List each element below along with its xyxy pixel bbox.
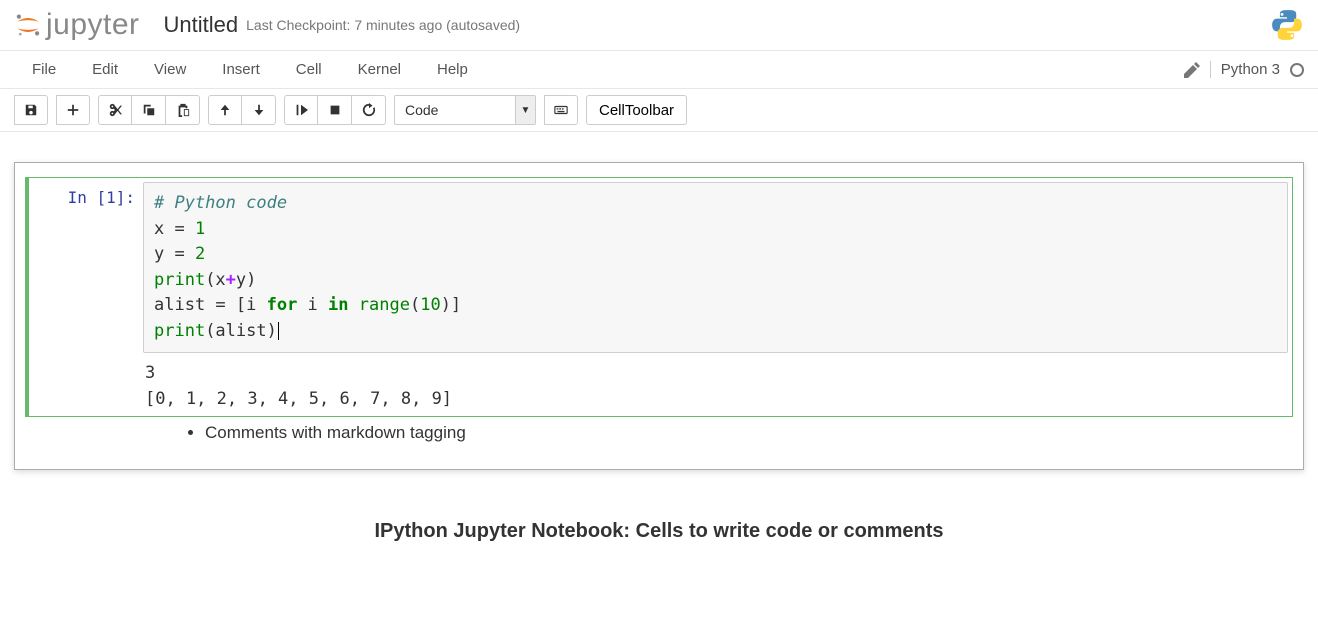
jupyter-logo-icon xyxy=(14,11,42,39)
menu-kernel[interactable]: Kernel xyxy=(340,53,419,86)
celltoolbar-button[interactable]: CellToolbar xyxy=(586,95,687,125)
kernel-name[interactable]: Python 3 xyxy=(1210,61,1280,78)
checkpoint-status: Last Checkpoint: 7 minutes ago (autosave… xyxy=(246,17,520,33)
notebook-title[interactable]: Untitled xyxy=(164,12,239,38)
jupyter-logo-text: jupyter xyxy=(46,8,140,42)
edit-notebook-name-icon[interactable] xyxy=(1184,62,1200,78)
menu-help[interactable]: Help xyxy=(419,53,486,86)
save-button[interactable] xyxy=(14,95,48,125)
menu-view[interactable]: View xyxy=(136,53,204,86)
menubar: File Edit View Insert Cell Kernel Help P… xyxy=(0,51,1318,89)
move-cell-up-button[interactable] xyxy=(208,95,242,125)
command-palette-button[interactable] xyxy=(544,95,578,125)
cell-type-select[interactable]: Code ▼ xyxy=(394,95,536,125)
figure-caption: IPython Jupyter Notebook: Cells to write… xyxy=(0,490,1318,553)
header: jupyter Untitled Last Checkpoint: 7 minu… xyxy=(0,0,1318,51)
restart-kernel-button[interactable] xyxy=(352,95,386,125)
code-input-area[interactable]: # Python code x = 1 y = 2 print(x+y) ali… xyxy=(143,182,1288,353)
insert-cell-below-button[interactable] xyxy=(56,95,90,125)
input-prompt: In [1]: xyxy=(33,182,143,412)
cell-type-selected: Code xyxy=(395,96,515,124)
markdown-cell[interactable]: Comments with markdown tagging xyxy=(25,417,1293,445)
run-cell-button[interactable] xyxy=(284,95,318,125)
notebook-container: In [1]: # Python code x = 1 y = 2 print(… xyxy=(14,162,1304,470)
menu-file[interactable]: File xyxy=(14,53,74,86)
menu-insert[interactable]: Insert xyxy=(204,53,278,86)
markdown-bullet: Comments with markdown tagging xyxy=(205,421,1293,445)
chevron-down-icon: ▼ xyxy=(515,96,535,124)
jupyter-logo[interactable]: jupyter xyxy=(14,8,140,42)
cursor-icon xyxy=(278,322,279,340)
move-cell-down-button[interactable] xyxy=(242,95,276,125)
toolbar: Code ▼ CellToolbar xyxy=(0,89,1318,132)
menu-edit[interactable]: Edit xyxy=(74,53,136,86)
output-area: 3 [0, 1, 2, 3, 4, 5, 6, 7, 8, 9] xyxy=(143,353,1288,412)
menu-cell[interactable]: Cell xyxy=(278,53,340,86)
kernel-idle-indicator xyxy=(1290,63,1304,77)
copy-cell-button[interactable] xyxy=(132,95,166,125)
cut-cell-button[interactable] xyxy=(98,95,132,125)
code-cell[interactable]: In [1]: # Python code x = 1 y = 2 print(… xyxy=(25,177,1293,417)
interrupt-kernel-button[interactable] xyxy=(318,95,352,125)
python-logo-icon xyxy=(1270,8,1304,45)
paste-cell-button[interactable] xyxy=(166,95,200,125)
notebook-area: In [1]: # Python code x = 1 y = 2 print(… xyxy=(0,132,1318,490)
